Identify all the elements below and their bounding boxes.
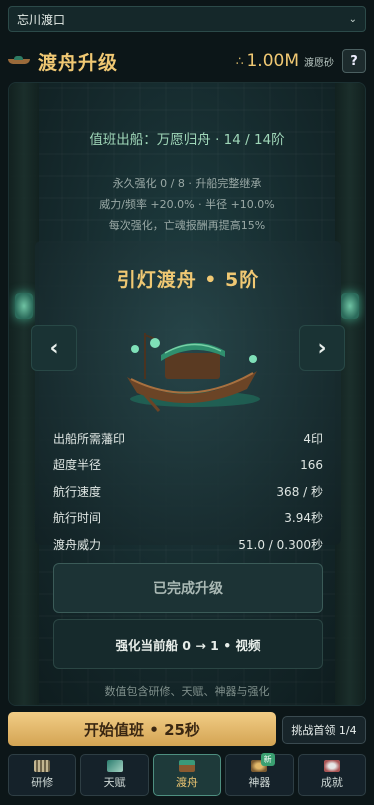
tab-label: 研修 xyxy=(31,776,54,789)
duty-status: 值班出船：万愿归舟 · 14 / 14阶 xyxy=(89,132,285,148)
stat-value: 4印 xyxy=(303,431,323,446)
tab-artifact[interactable]: 神器 新 xyxy=(225,753,294,796)
stat-label: 渡舟威力 xyxy=(53,537,102,552)
upgrade-panel: 值班出船：万愿归舟 · 14 / 14阶 永久强化 0 / 8 · 升船完整继承… xyxy=(8,82,366,706)
header: 渡舟升级 ∴ 1.00M 渡愿砂 ? xyxy=(8,44,366,78)
ship-card: 引灯渡舟 • 5阶 ‹ › 出船所需藩印 4印 超度半径 166 航行速度 36… xyxy=(31,241,345,552)
tab-label: 神器 xyxy=(248,776,271,789)
page-title: 渡舟升级 xyxy=(38,51,119,74)
stat-label: 航行速度 xyxy=(53,484,102,499)
leaf-icon xyxy=(106,760,123,772)
sand-icon: ∴ xyxy=(235,54,244,68)
challenge-boss-button[interactable]: 挑战首领 1/4 xyxy=(282,716,366,744)
help-button[interactable]: ? xyxy=(342,49,366,73)
stat-row: 超度半径 166 xyxy=(53,452,323,479)
stat-label: 航行时间 xyxy=(53,511,102,526)
tab-label: 成就 xyxy=(320,776,343,789)
prev-ship-button[interactable]: ‹ xyxy=(31,325,77,371)
upgrade-info-line: 威力/频率 +20.0% · 半径 +10.0% xyxy=(99,198,275,211)
tab-study[interactable]: 研修 xyxy=(8,754,77,796)
upgrade-complete-button[interactable]: 已完成升级 xyxy=(53,563,323,613)
boat-logo-icon xyxy=(8,56,30,66)
ship-illustration xyxy=(127,333,260,412)
chevron-down-icon: ⌄ xyxy=(348,13,357,25)
stat-label: 超度半径 xyxy=(53,458,102,473)
currency-value: 1.00M xyxy=(246,51,299,71)
stat-row: 航行速度 368 / 秒 xyxy=(53,478,323,505)
upgrade-info-line: 永久强化 0 / 8 · 升船完整继承 xyxy=(112,177,262,190)
stat-value: 51.0 / 0.300秒 xyxy=(238,537,323,552)
enhance-ship-button[interactable]: 强化当前船 0 → 1 • 视频 xyxy=(53,619,323,669)
tab-boat[interactable]: 渡舟 xyxy=(152,754,222,796)
tab-label: 渡舟 xyxy=(176,776,199,789)
stat-value: 368 / 秒 xyxy=(276,484,323,499)
stats-note: 数值包含研修、天赋、神器与强化 xyxy=(104,685,270,698)
scroll-icon xyxy=(34,760,51,772)
bottom-tab-bar: 研修 天赋 渡舟 神器 新 成就 xyxy=(8,753,367,796)
ship-title: 引灯渡舟 • 5阶 xyxy=(116,269,260,291)
next-ship-button[interactable]: › xyxy=(299,325,345,371)
tab-label: 天赋 xyxy=(103,776,126,789)
stat-row: 出船所需藩印 4印 xyxy=(53,425,323,452)
start-duty-button[interactable]: 开始值班 • 25秒 xyxy=(8,712,276,746)
stat-row: 渡舟威力 51.0 / 0.300秒 xyxy=(53,531,323,558)
medal-icon xyxy=(323,760,340,772)
new-badge: 新 xyxy=(260,753,275,766)
lantern-icon xyxy=(15,293,33,319)
boat-icon xyxy=(179,760,196,772)
location-select[interactable]: 忘川渡口 ⌄ xyxy=(8,6,366,32)
stat-label: 出船所需藩印 xyxy=(53,431,126,446)
tab-talent[interactable]: 天赋 xyxy=(80,754,149,796)
stat-value: 3.94秒 xyxy=(284,511,323,526)
currency-display: ∴ 1.00M 渡愿砂 xyxy=(236,51,334,71)
stat-row: 航行时间 3.94秒 xyxy=(53,505,323,532)
ship-stats: 出船所需藩印 4印 超度半径 166 航行速度 368 / 秒 航行时间 3.9… xyxy=(53,425,323,558)
stat-value: 166 xyxy=(300,457,323,472)
upgrade-info-line: 每次强化，亡魂报酬再提高15% xyxy=(108,219,266,232)
location-value: 忘川渡口 xyxy=(17,12,66,27)
lantern-icon xyxy=(341,293,359,319)
tab-achievements[interactable]: 成就 xyxy=(297,754,367,796)
currency-name: 渡愿砂 xyxy=(304,57,334,69)
